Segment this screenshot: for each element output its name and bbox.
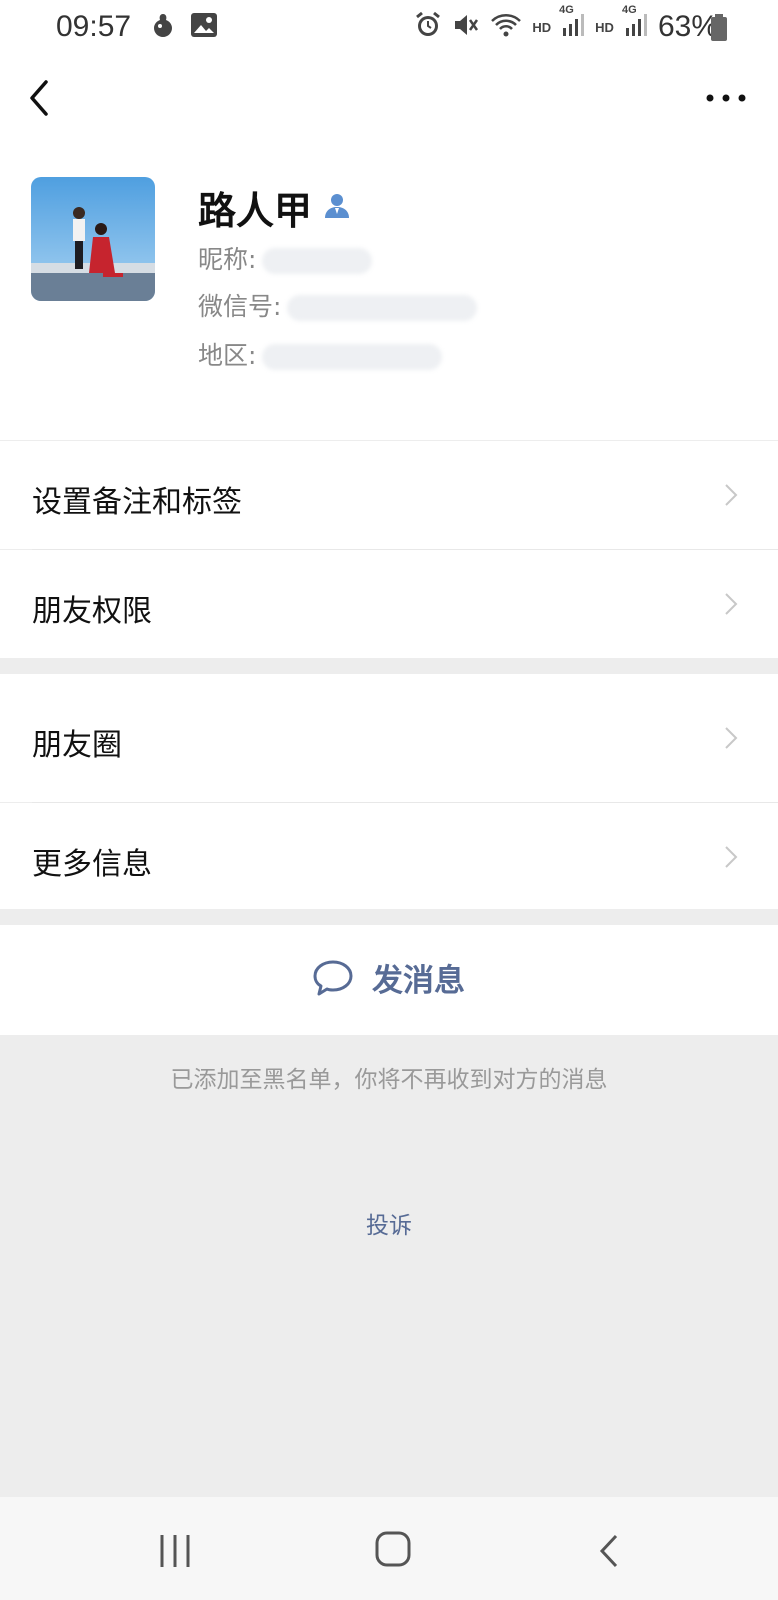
nickname-row: 昵称: — [198, 240, 373, 276]
battery-glyph-icon — [710, 14, 728, 46]
battery-level: 63% — [657, 10, 718, 43]
recent-apps-icon — [160, 1535, 190, 1567]
status-bar: 09:57 HD 4G HD 4G 63% — [0, 0, 778, 56]
send-message-content: 发消息 — [312, 955, 465, 1000]
chat-bubble-icon — [313, 960, 353, 995]
remark-tags-label: 设置备注和标签 — [32, 485, 242, 520]
contact-person-icon — [322, 191, 352, 225]
hd-indicator-2: HD — [595, 19, 614, 35]
nickname-label: 昵称: — [198, 245, 257, 274]
chevron-left-icon — [30, 80, 48, 116]
friend-permissions-item[interactable]: 朋友权限 — [0, 550, 778, 658]
contact-name: 路人甲 — [198, 189, 313, 233]
send-message-button[interactable]: 发消息 — [0, 925, 778, 1035]
home-icon — [375, 1531, 411, 1567]
name-row: 路人甲 — [198, 180, 352, 235]
home-button[interactable] — [374, 1529, 412, 1573]
more-options-button[interactable] — [704, 86, 748, 110]
chevron-right-icon — [725, 484, 738, 506]
notification-app-icon — [150, 12, 176, 44]
status-time: 09:57 — [56, 10, 132, 43]
moments-label: 朋友圈 — [32, 728, 122, 763]
system-nav-bar — [0, 1497, 778, 1600]
remark-tags-item[interactable]: 设置备注和标签 — [0, 441, 778, 549]
system-back-button[interactable] — [596, 1533, 626, 1573]
mute-icon — [452, 11, 480, 43]
chevron-right-icon — [725, 846, 738, 868]
avatar[interactable] — [31, 177, 155, 301]
nav-bar — [0, 56, 778, 140]
network-type-2: 4G — [621, 4, 637, 16]
more-info-item[interactable]: 更多信息 — [0, 803, 778, 909]
gallery-icon — [190, 12, 218, 42]
alarm-icon — [414, 11, 442, 43]
chevron-right-icon — [725, 593, 738, 615]
nickname-redacted — [262, 248, 373, 274]
complain-link[interactable]: 投诉 — [0, 1206, 778, 1240]
send-message-label: 发消息 — [372, 963, 465, 999]
hd-indicator-1: HD — [532, 19, 552, 35]
wechat-id-label: 微信号: — [198, 292, 282, 321]
back-button[interactable] — [22, 76, 62, 120]
blacklist-notice: 已添加至黑名单，你将不再收到对方的消息 — [170, 1067, 608, 1093]
friend-permissions-label: 朋友权限 — [32, 594, 152, 629]
recent-apps-button[interactable] — [158, 1533, 192, 1573]
complain-label: 投诉 — [366, 1213, 412, 1239]
moments-item[interactable]: 朋友圈 — [0, 674, 778, 802]
status-right: HD 4G HD 4G 63% — [414, 4, 718, 44]
profile-card: 路人甲 昵称: 微信号: 地区: — [0, 140, 778, 440]
more-dots-icon — [706, 94, 746, 102]
wifi-icon — [490, 12, 522, 42]
region-redacted — [262, 344, 443, 370]
wechat-id-redacted — [287, 295, 478, 321]
region-label: 地区: — [198, 341, 257, 370]
region-row: 地区: — [198, 336, 443, 372]
signal-icon-1: 4G — [559, 4, 585, 42]
chevron-right-icon — [725, 727, 738, 749]
signal-icon-2: 4G — [622, 4, 648, 42]
more-info-label: 更多信息 — [32, 847, 152, 882]
network-type-1: 4G — [559, 4, 574, 16]
wechat-id-row: 微信号: — [198, 287, 478, 323]
back-icon — [599, 1534, 618, 1568]
